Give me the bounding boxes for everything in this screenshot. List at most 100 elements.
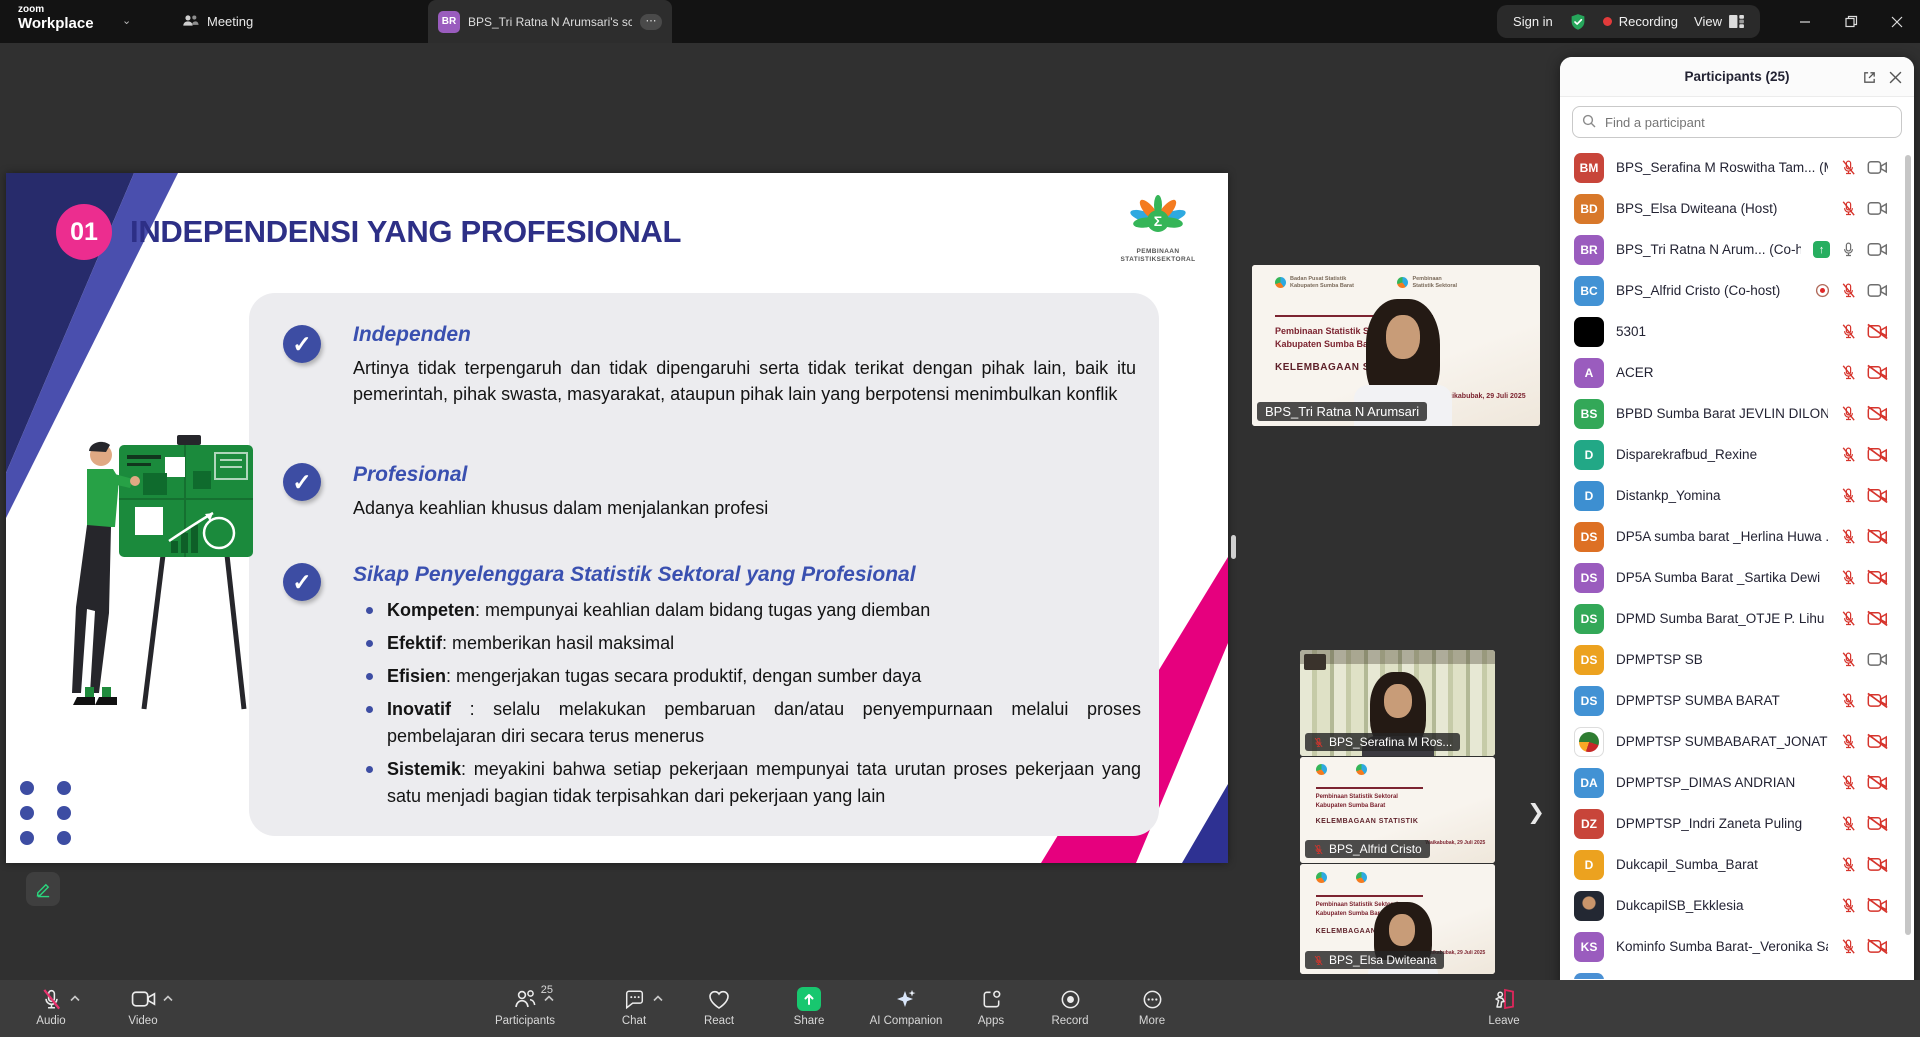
participant-avatar: KS [1574,932,1604,962]
muted-mic-icon [1840,159,1857,176]
ai-icon [894,987,918,1011]
close-panel-icon[interactable] [1889,71,1902,84]
participant-row[interactable]: BRBPS_Tri Ratna N Arum... (Co-host)↑ [1560,229,1914,270]
participant-name: Distankp_Yomina [1616,488,1828,503]
share-tab-more-icon[interactable]: ⋯ [640,14,662,30]
muted-mic-icon [1840,733,1857,750]
presenter-illustration [47,429,267,719]
participant-row[interactable]: BSBPBD Sumba Barat JEVLIN DILON [1560,393,1914,434]
participant-row[interactable]: DSDPMD Sumba Barat_OTJE P. Lihu [1560,598,1914,639]
participant-row[interactable]: DDukcapil_Sumba_Barat [1560,844,1914,885]
participants-button[interactable]: 25Participants [470,985,580,1027]
thumbnails-resize-handle[interactable] [1231,535,1236,559]
check-icon: ✓ [283,563,321,601]
participant-row[interactable]: 5301 [1560,311,1914,352]
video-tile[interactable]: Pembinaan Statistik Sektoral Kabupaten S… [1300,864,1495,974]
participant-avatar [1574,727,1604,757]
participant-avatar: DS [1574,522,1604,552]
popout-icon[interactable] [1862,70,1877,85]
share-screen-icon [797,987,821,1011]
tab-meeting[interactable]: Meeting [168,0,267,43]
participant-row[interactable]: BDBPS_Elsa Dwiteana (Host) [1560,188,1914,229]
meeting-people-icon [182,13,199,31]
participant-row[interactable]: DSDPMPTSP SUMBA BARAT [1560,680,1914,721]
video-tile[interactable]: Pembinaan Statistik Sektoral Kabupaten S… [1300,757,1495,863]
section3-bullet-list: Kompeten: mempunyai keahlian dalam bidan… [366,597,1141,816]
muted-mic-icon [1840,446,1857,463]
participant-avatar [1574,973,1604,980]
participant-row[interactable]: BCBPS_Alfrid Cristo (Co-host) [1560,270,1914,311]
check-icon: ✓ [283,325,321,363]
camera-off-icon [1867,815,1888,832]
recording-badge-icon [1815,283,1830,298]
more-label: More [1139,1015,1165,1027]
participant-row[interactable]: BMBPS_Serafina M Roswitha Tam... (Me) [1560,147,1914,188]
chevron-up-icon[interactable] [544,989,554,1007]
camera-off-icon [1867,733,1888,750]
recording-dot-icon [1603,17,1612,26]
participant-name: Disparekrafbud_Rexine [1616,447,1828,462]
participants-header: Participants (25) [1560,57,1914,97]
participant-row[interactable] [1560,967,1914,979]
more-icon [1141,988,1164,1011]
minimize-button[interactable] [1782,0,1828,43]
thumbnails-next-chevron-icon[interactable]: ❯ [1522,798,1550,826]
scrollbar-thumb[interactable] [1905,155,1911,935]
participant-avatar: D [1574,481,1604,511]
participant-row[interactable]: DADPMPTSP_DIMAS ANDRIAN [1560,762,1914,803]
bullet-dot [366,640,373,647]
more-button[interactable]: More [1097,985,1207,1027]
video-button[interactable]: Video [88,985,198,1027]
muted-mic-icon [1840,651,1857,668]
share-button[interactable]: Share [754,985,864,1027]
section2-body: Adanya keahlian khusus dalam menjalankan… [353,495,1136,521]
participant-avatar: BS [1574,399,1604,429]
view-button[interactable]: View [1694,14,1744,29]
participant-row[interactable]: DDisparekrafbud_Rexine [1560,434,1914,475]
participant-avatar: DA [1574,768,1604,798]
participant-name: DukcapilSB_Ekklesia [1616,898,1828,913]
chevron-up-icon[interactable] [70,989,80,1007]
video-tile[interactable]: BPS_Serafina M Ros... [1300,650,1495,756]
tab-shared-screen[interactable]: BR BPS_Tri Ratna N Arumsari's screen ⋯ [428,0,672,43]
participant-row[interactable]: DSDP5A Sumba Barat _Sartika Dewi [1560,557,1914,598]
participant-avatar [1574,891,1604,921]
leave-label: Leave [1488,1015,1519,1027]
chat-label: Chat [622,1015,646,1027]
chevron-up-icon[interactable] [163,989,173,1007]
chevron-up-icon[interactable] [653,989,663,1007]
participant-row[interactable]: D Distankp_Yomina [1560,475,1914,516]
search-input[interactable] [1572,106,1902,138]
apps-icon [980,988,1003,1011]
participant-name: BPS_Alfrid Cristo (Co-host) [1616,283,1803,298]
annotate-pencil-button[interactable] [26,872,60,906]
muted-mic-icon [1840,856,1857,873]
window-controls [1782,0,1920,43]
participant-name: BPS_Tri Ratna N Arumsari [1265,404,1419,419]
video-tile-active-speaker[interactable]: Badan Pusat Statistik Kabupaten Sumba Ba… [1252,265,1540,426]
participant-row[interactable]: DSDPMPTSP SB [1560,639,1914,680]
sign-in-button[interactable]: Sign in [1513,14,1553,29]
participant-row[interactable]: DS DP5A sumba barat _Herlina Huwa ... [1560,516,1914,557]
participant-row[interactable]: KSKominfo Sumba Barat-_Veronika Sa... [1560,926,1914,967]
zoom-workplace-logo[interactable]: zoom Workplace [18,5,94,31]
workspace-chevron-down-icon[interactable]: ⌄ [122,14,131,27]
restore-button[interactable] [1828,0,1874,43]
participant-avatar [1574,317,1604,347]
participant-row[interactable]: DZDPMPTSP_Indri Zaneta Puling [1560,803,1914,844]
close-button[interactable] [1874,0,1920,43]
participant-name: BPS_Elsa Dwiteana (Host) [1616,201,1828,216]
muted-mic-icon [1840,405,1857,422]
pembinaan-logo-icon [1397,277,1408,288]
participant-row[interactable]: DPMPTSP SUMBABARAT_JONATHA... [1560,721,1914,762]
participant-name: DP5A sumba barat _Herlina Huwa ... [1616,529,1828,544]
participant-row[interactable]: AACER [1560,352,1914,393]
video-name-label: BPS_Alfrid Cristo [1305,840,1430,858]
leave-button[interactable]: Leave [1449,985,1559,1027]
muted-mic-icon [1313,844,1324,855]
section2-heading: Profesional [353,463,467,487]
camera-on-icon [1867,200,1888,217]
participants-list: BMBPS_Serafina M Roswitha Tam... (Me)BDB… [1560,147,1914,979]
participant-row[interactable]: DukcapilSB_Ekklesia [1560,885,1914,926]
pencil-icon [35,881,52,898]
